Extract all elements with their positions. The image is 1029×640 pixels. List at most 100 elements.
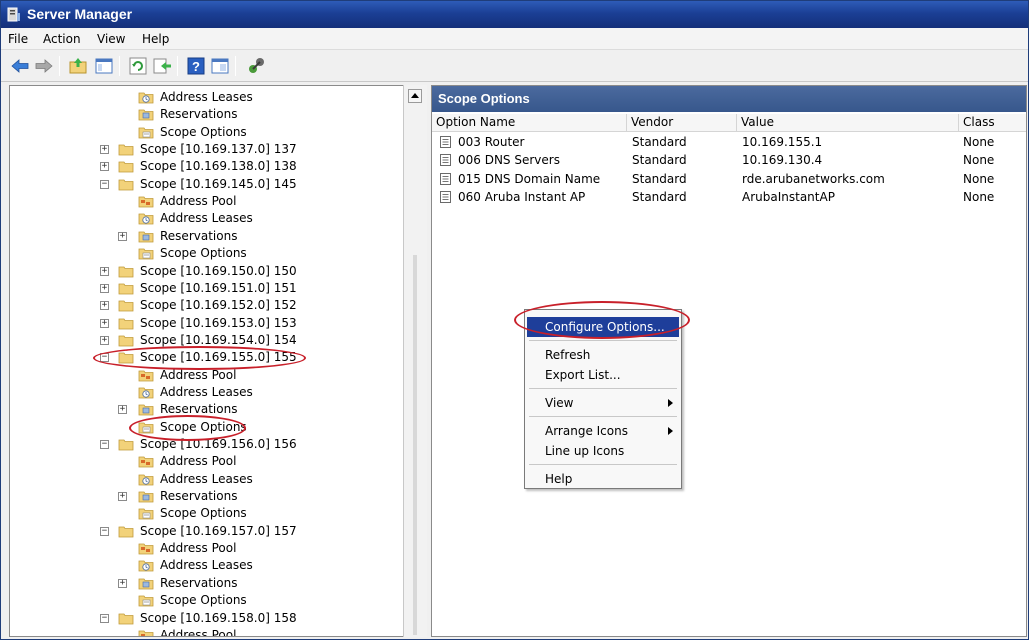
tree-item-label: Scope [10.169.158.0] 158 xyxy=(140,610,297,625)
tree-item[interactable]: Address Pool xyxy=(10,540,390,557)
tree-scrollbar[interactable] xyxy=(403,85,427,637)
class-cell: None xyxy=(963,189,995,204)
column-header-class[interactable]: Class xyxy=(959,114,1026,132)
tree-item[interactable]: − Scope [10.169.157.0] 157 xyxy=(10,523,390,540)
address-pool-icon xyxy=(138,370,154,381)
tree-item[interactable]: Address Pool xyxy=(10,367,390,384)
tree-item[interactable]: Address Leases xyxy=(10,210,390,227)
menu-item-label: Help xyxy=(545,472,573,486)
option-row[interactable]: 060 Aruba Instant AP Standard ArubaInstant… xyxy=(432,188,1026,206)
connect-icon[interactable] xyxy=(245,55,267,77)
option-row[interactable]: 015 DNS Domain Name Standard rde.arubanetw… xyxy=(432,170,1026,188)
tree-item[interactable]: Address Pool xyxy=(10,627,390,636)
folder-icon xyxy=(118,179,134,191)
tree-item[interactable]: Address Leases xyxy=(10,384,390,401)
tree-item-label: Scope Options xyxy=(160,419,247,434)
expand-icon[interactable]: + xyxy=(100,266,109,276)
column-header-option-name[interactable]: Option Name xyxy=(432,114,627,132)
tree-item[interactable]: + Scope [10.169.153.0] 153 xyxy=(10,315,390,332)
tree-item[interactable]: + Reservations xyxy=(10,575,390,592)
menu-separator xyxy=(529,388,677,389)
menu-item-line-up-icons[interactable]: Line up Icons xyxy=(525,441,681,461)
menu-view[interactable]: View xyxy=(97,32,125,46)
expand-icon[interactable]: + xyxy=(118,231,127,241)
class-cell: None xyxy=(963,153,995,168)
collapse-icon[interactable]: − xyxy=(100,440,109,449)
tree-item[interactable]: + Scope [10.169.150.0] 150 xyxy=(10,263,390,280)
tree-item[interactable]: Address Leases xyxy=(10,89,390,106)
option-row[interactable]: 003 Router Standard 10.169.155.1 None xyxy=(432,133,1026,151)
value-cell: 10.169.155.1 xyxy=(742,135,823,149)
back-arrow-icon[interactable] xyxy=(9,55,31,77)
menu-item-help[interactable]: Help xyxy=(525,469,681,489)
value-cell: ArubaInstantAP xyxy=(742,189,835,204)
tree-item[interactable]: Address Pool xyxy=(10,453,390,470)
tree-item[interactable]: + Scope [10.169.138.0] 138 xyxy=(10,158,390,175)
option-row[interactable]: 006 DNS Servers Standard 10.169.130.4 None xyxy=(432,151,1026,169)
expand-icon[interactable]: + xyxy=(100,145,109,155)
menu-item-arrange-icons[interactable]: Arrange Icons xyxy=(525,421,681,441)
expand-icon[interactable]: + xyxy=(100,301,109,311)
tree-item-label: Scope Options xyxy=(160,593,247,608)
scroll-track[interactable] xyxy=(413,255,417,635)
collapse-icon[interactable]: − xyxy=(100,526,109,536)
tree-item[interactable]: Scope Options xyxy=(10,124,390,141)
tree-item[interactable]: − Scope [10.169.155.0] 155 xyxy=(10,349,390,366)
tree-item[interactable]: − Scope [10.169.145.0] 145 xyxy=(10,176,390,193)
properties-icon[interactable] xyxy=(209,55,231,77)
expand-icon[interactable]: + xyxy=(118,405,127,415)
folder-icon xyxy=(118,283,134,295)
up-folder-icon[interactable] xyxy=(67,55,89,77)
menu-item-configure-options[interactable]: Configure Options... xyxy=(527,317,679,337)
column-header-value[interactable]: Value xyxy=(737,114,959,132)
menu-file[interactable]: File xyxy=(8,32,28,46)
expand-icon[interactable]: + xyxy=(100,283,109,293)
export-list-icon[interactable] xyxy=(151,55,173,77)
tree-item-label: Scope [10.169.137.0] 137 xyxy=(140,142,297,157)
tree-item[interactable]: + Reservations xyxy=(10,228,390,245)
expand-icon[interactable]: + xyxy=(118,492,127,502)
tree-item[interactable]: + Scope [10.169.137.0] 137 xyxy=(10,141,390,158)
tree-item[interactable]: − Scope [10.169.158.0] 158 xyxy=(10,610,390,627)
tree-item[interactable]: + Reservations xyxy=(10,488,390,505)
tree-item[interactable]: − Scope [10.169.156.0] 156 xyxy=(10,436,390,453)
tree-item[interactable]: Scope Options xyxy=(10,592,390,609)
toolbar-separator xyxy=(59,56,60,76)
tree-item[interactable]: Address Leases xyxy=(10,557,390,574)
tree-item[interactable]: + Scope [10.169.152.0] 152 xyxy=(10,297,390,314)
refresh-icon[interactable] xyxy=(127,55,149,77)
forward-arrow-icon[interactable] xyxy=(33,55,55,77)
expand-icon[interactable]: + xyxy=(100,335,109,345)
address-pool-icon xyxy=(138,543,154,555)
menu-action[interactable]: Action xyxy=(43,32,81,46)
collapse-icon[interactable]: − xyxy=(100,179,109,189)
tree-item[interactable]: Scope Options xyxy=(10,419,390,436)
tree-item[interactable]: Address Leases xyxy=(10,471,390,488)
scope-options-icon xyxy=(138,248,154,260)
expand-icon[interactable]: + xyxy=(100,162,109,172)
tree-item[interactable]: Reservations xyxy=(10,106,390,123)
menu-item-export-list[interactable]: Export List... xyxy=(525,365,681,385)
tree-item[interactable]: + Reservations xyxy=(10,401,390,418)
tree-item[interactable]: Scope Options xyxy=(10,245,390,262)
console-tree[interactable]: Address Leases Reservations Scope Options +… xyxy=(9,85,427,637)
menu-help[interactable]: Help xyxy=(142,32,169,46)
collapse-icon[interactable]: − xyxy=(100,353,109,363)
address-pool-icon xyxy=(138,630,154,636)
tree-item[interactable]: + Scope [10.169.151.0] 151 xyxy=(10,280,390,297)
tree-item-label: Scope [10.169.152.0] 152 xyxy=(140,298,297,313)
collapse-icon[interactable]: − xyxy=(100,613,109,623)
menu-item-refresh[interactable]: Refresh xyxy=(525,345,681,365)
scroll-up-button[interactable] xyxy=(408,89,422,103)
expand-icon[interactable]: + xyxy=(100,318,109,328)
scroll-up-arrow-icon xyxy=(411,93,419,98)
tree-item[interactable]: + Scope [10.169.154.0] 154 xyxy=(10,332,390,349)
folder-icon xyxy=(118,266,134,277)
menu-item-view[interactable]: View xyxy=(525,393,681,413)
column-header-vendor[interactable]: Vendor xyxy=(627,114,737,132)
tree-item[interactable]: Scope Options xyxy=(10,505,390,522)
expand-icon[interactable]: + xyxy=(118,578,127,588)
show-hide-console-tree-icon[interactable] xyxy=(93,55,115,77)
help-icon[interactable]: ? xyxy=(185,55,207,77)
tree-item[interactable]: Address Pool xyxy=(10,193,390,210)
